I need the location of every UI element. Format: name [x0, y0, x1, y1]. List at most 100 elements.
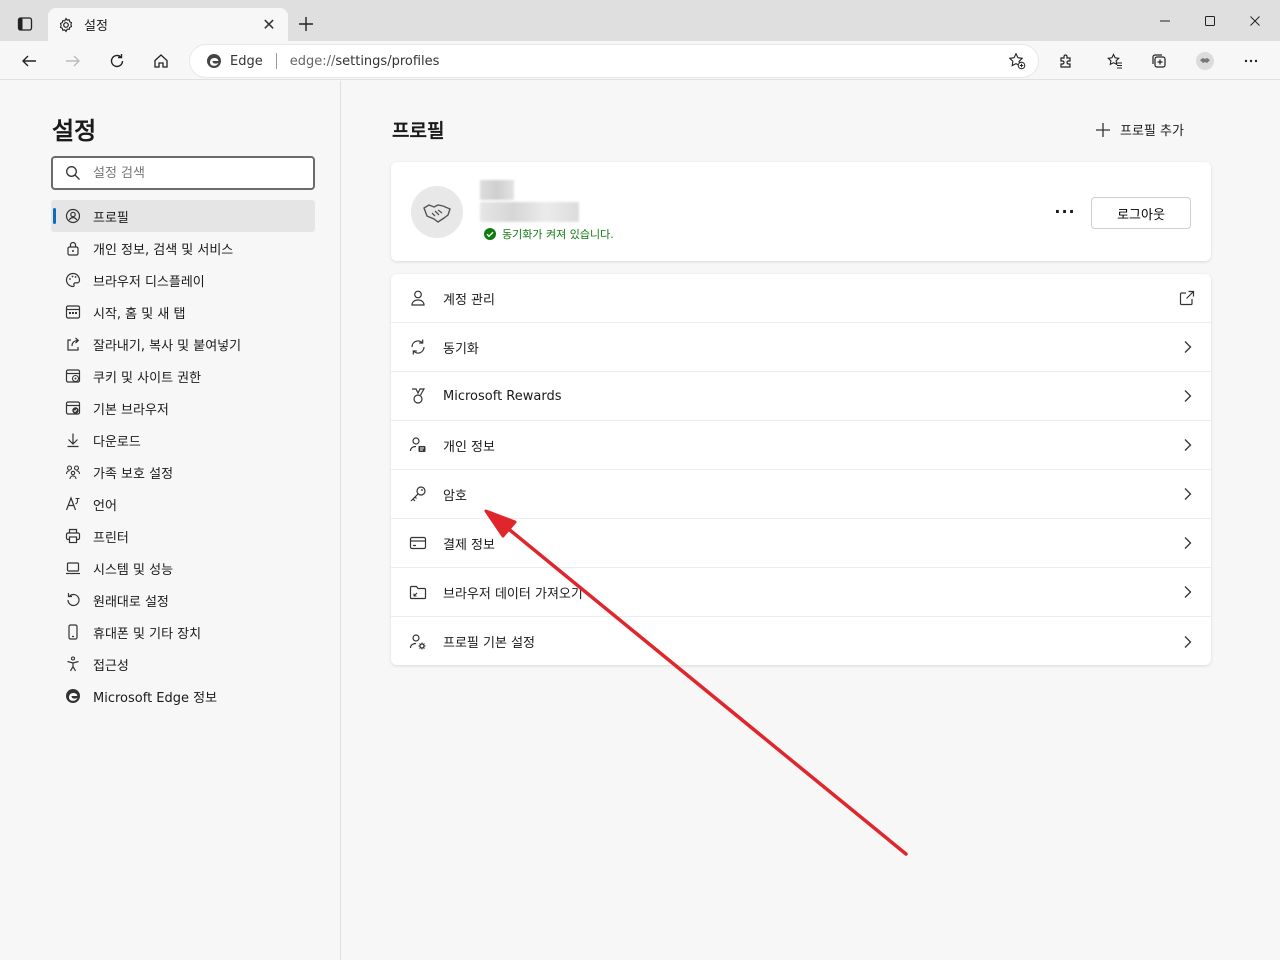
- refresh-icon: [110, 54, 124, 68]
- laptop-icon: [65, 560, 81, 576]
- profile-settings-list: 계정 관리 동기화 Microsoft Rewards 개인 정보 암호 결제 …: [391, 274, 1211, 665]
- row-label: Microsoft Rewards: [443, 388, 562, 404]
- settings-sidebar: 설정 프로필 개인 정보, 검색 및 서비스 브라우저 디스플레이 시작, 홈 …: [0, 81, 341, 960]
- person-icon: [409, 289, 427, 307]
- sidebar-item-default-browser[interactable]: 기본 브라우저: [51, 392, 315, 424]
- chevron-right-icon: [1179, 584, 1195, 600]
- star-add-icon: [1008, 52, 1026, 70]
- profile-icon: [65, 208, 81, 224]
- sidebar-title: 설정: [52, 117, 97, 145]
- tab-actions-button[interactable]: [8, 8, 42, 40]
- row-label: 프로필 기본 설정: [443, 636, 535, 651]
- sidebar-item-share-copy-paste[interactable]: 잘라내기, 복사 및 붙여넣기: [51, 328, 315, 360]
- page-title: 프로필: [392, 120, 445, 142]
- sidebar-item-system[interactable]: 시스템 및 성능: [51, 552, 315, 584]
- tab-close-icon[interactable]: ✕: [260, 15, 278, 34]
- url-text[interactable]: edge://settings/profiles: [290, 54, 1002, 69]
- sidebar-item-phone[interactable]: 휴대폰 및 기타 장치: [51, 616, 315, 648]
- sidebar-item-reset[interactable]: 원래대로 설정: [51, 584, 315, 616]
- settings-nav: 프로필 개인 정보, 검색 및 서비스 브라우저 디스플레이 시작, 홈 및 새…: [51, 200, 315, 712]
- sync-status: 동기화가 켜져 있습니다.: [484, 226, 614, 242]
- toolbar: Edge edge://settings/profiles: [0, 41, 1280, 80]
- sidebar-item-appearance[interactable]: 브라우저 디스플레이: [51, 264, 315, 296]
- row-import-data[interactable]: 브라우저 데이터 가져오기: [391, 568, 1211, 617]
- sidebar-item-cookies[interactable]: 쿠키 및 사이트 권한: [51, 360, 315, 392]
- back-button[interactable]: [13, 45, 45, 77]
- new-tab-button[interactable]: [290, 10, 322, 38]
- sidebar-item-label: 시스템 및 성능: [93, 562, 174, 578]
- url-host: edge://: [289, 53, 336, 69]
- row-passwords[interactable]: 암호: [391, 470, 1211, 519]
- edge-icon: [65, 688, 81, 704]
- row-personal-info[interactable]: 개인 정보: [391, 421, 1211, 470]
- edge-icon: [207, 54, 221, 68]
- row-label: 계정 관리: [443, 292, 495, 308]
- sidebar-item-languages[interactable]: 언어: [51, 488, 315, 520]
- row-manage-account[interactable]: 계정 관리: [391, 274, 1211, 323]
- more-menu-button[interactable]: [1235, 45, 1267, 77]
- row-profile-preferences[interactable]: 프로필 기본 설정: [391, 617, 1211, 666]
- url-path: settings/profiles: [335, 53, 440, 69]
- plus-icon: [299, 17, 313, 31]
- default-browser-icon: [65, 400, 81, 416]
- sidebar-item-printers[interactable]: 프린터: [51, 520, 315, 552]
- sidebar-item-accessibility[interactable]: 접근성: [51, 648, 315, 680]
- profile-more-button[interactable]: ···: [1053, 200, 1077, 222]
- row-rewards[interactable]: Microsoft Rewards: [391, 372, 1211, 421]
- sidebar-item-downloads[interactable]: 다운로드: [51, 424, 315, 456]
- sidebar-item-family[interactable]: 가족 보호 설정: [51, 456, 315, 488]
- download-icon: [65, 432, 81, 448]
- row-sync[interactable]: 동기화: [391, 323, 1211, 372]
- phone-icon: [65, 624, 81, 640]
- chevron-right-icon: [1179, 486, 1195, 502]
- sidebar-item-label: 기본 브라우저: [93, 402, 169, 418]
- add-profile-button[interactable]: 프로필 추가: [1096, 120, 1184, 139]
- row-payment-info[interactable]: 결제 정보: [391, 519, 1211, 568]
- tab-settings[interactable]: 설정 ✕: [48, 8, 288, 41]
- close-window-button[interactable]: [1232, 0, 1278, 41]
- sidebar-item-start-home[interactable]: 시작, 홈 및 새 탭: [51, 296, 315, 328]
- forward-button[interactable]: [57, 45, 89, 77]
- favorites-icon: [1107, 53, 1122, 69]
- medal-icon: [409, 387, 427, 405]
- minimize-icon: [1160, 20, 1170, 21]
- extensions-button[interactable]: [1050, 45, 1082, 77]
- chevron-right-icon: [1179, 437, 1195, 453]
- sidebar-item-about-edge[interactable]: Microsoft Edge 정보: [51, 680, 315, 712]
- address-bar[interactable]: Edge edge://settings/profiles: [190, 45, 1038, 77]
- settings-search-input[interactable]: [93, 165, 293, 181]
- gear-icon: [59, 16, 73, 33]
- close-icon: [1250, 15, 1260, 26]
- edge-chip[interactable]: Edge: [206, 53, 263, 69]
- profile-button[interactable]: [1189, 45, 1221, 77]
- search-icon: [66, 166, 80, 180]
- sidebar-item-label: 언어: [93, 498, 117, 514]
- row-label: 결제 정보: [443, 537, 495, 553]
- logout-button[interactable]: 로그아웃: [1091, 197, 1191, 229]
- collections-button[interactable]: [1143, 45, 1175, 77]
- cookie-icon: [65, 368, 81, 384]
- chevron-right-icon: [1179, 339, 1195, 355]
- add-favorite-button[interactable]: [1002, 46, 1032, 76]
- puzzle-icon: [1060, 54, 1071, 68]
- edge-chip-label: Edge: [230, 53, 263, 69]
- refresh-button[interactable]: [101, 45, 133, 77]
- sidebar-item-label: 잘라내기, 복사 및 붙여넣기: [93, 338, 242, 354]
- sidebar-item-profiles[interactable]: 프로필: [51, 200, 315, 232]
- sidebar-item-privacy[interactable]: 개인 정보, 검색 및 서비스: [51, 232, 315, 264]
- sidebar-item-label: 개인 정보, 검색 및 서비스: [93, 242, 234, 258]
- lock-icon: [65, 240, 81, 256]
- external-link-icon: [1179, 290, 1195, 306]
- maximize-button[interactable]: [1187, 0, 1233, 41]
- home-button[interactable]: [145, 45, 177, 77]
- reset-icon: [65, 592, 81, 608]
- sidebar-item-label: 다운로드: [93, 434, 141, 450]
- row-label: 개인 정보: [443, 439, 495, 455]
- sidebar-item-label: 원래대로 설정: [93, 594, 169, 610]
- minimize-button[interactable]: [1142, 0, 1188, 41]
- palette-icon: [65, 272, 81, 288]
- settings-search-box[interactable]: [51, 156, 315, 190]
- sidebar-item-label: 가족 보호 설정: [93, 466, 174, 482]
- favorites-button[interactable]: [1099, 45, 1131, 77]
- key-icon: [409, 485, 427, 503]
